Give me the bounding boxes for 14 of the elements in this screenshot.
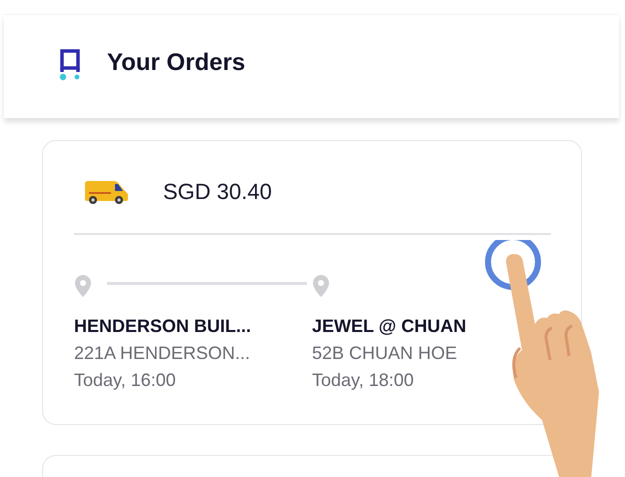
stop-address: 221A HENDERSON... [74, 342, 252, 364]
van-icon [83, 179, 129, 205]
stop-time: Today, 16:00 [74, 368, 177, 392]
stop-name: JEWEL @ CHUAN [312, 314, 468, 338]
order-price: SGD 30.40 [163, 179, 272, 205]
stop-address: 52B CHUAN HOE [312, 342, 458, 364]
location-pin-icon [312, 274, 330, 298]
order-card[interactable]: SGD 30.40 HENDERSON BUIL... 221A HENDERSON... Today, 16:00 JEWEL @ CHUAN 52B CHUAN HOE Today, 18:00 [42, 140, 582, 424]
tap-ring-drawing [485, 240, 541, 290]
location-pin-icon [74, 274, 92, 298]
stop-name: HENDERSON BUIL... [74, 314, 252, 338]
page-title: Your Orders [107, 48, 246, 76]
stop-time: Today, 18:00 [312, 368, 415, 392]
logo-icon [59, 48, 83, 80]
